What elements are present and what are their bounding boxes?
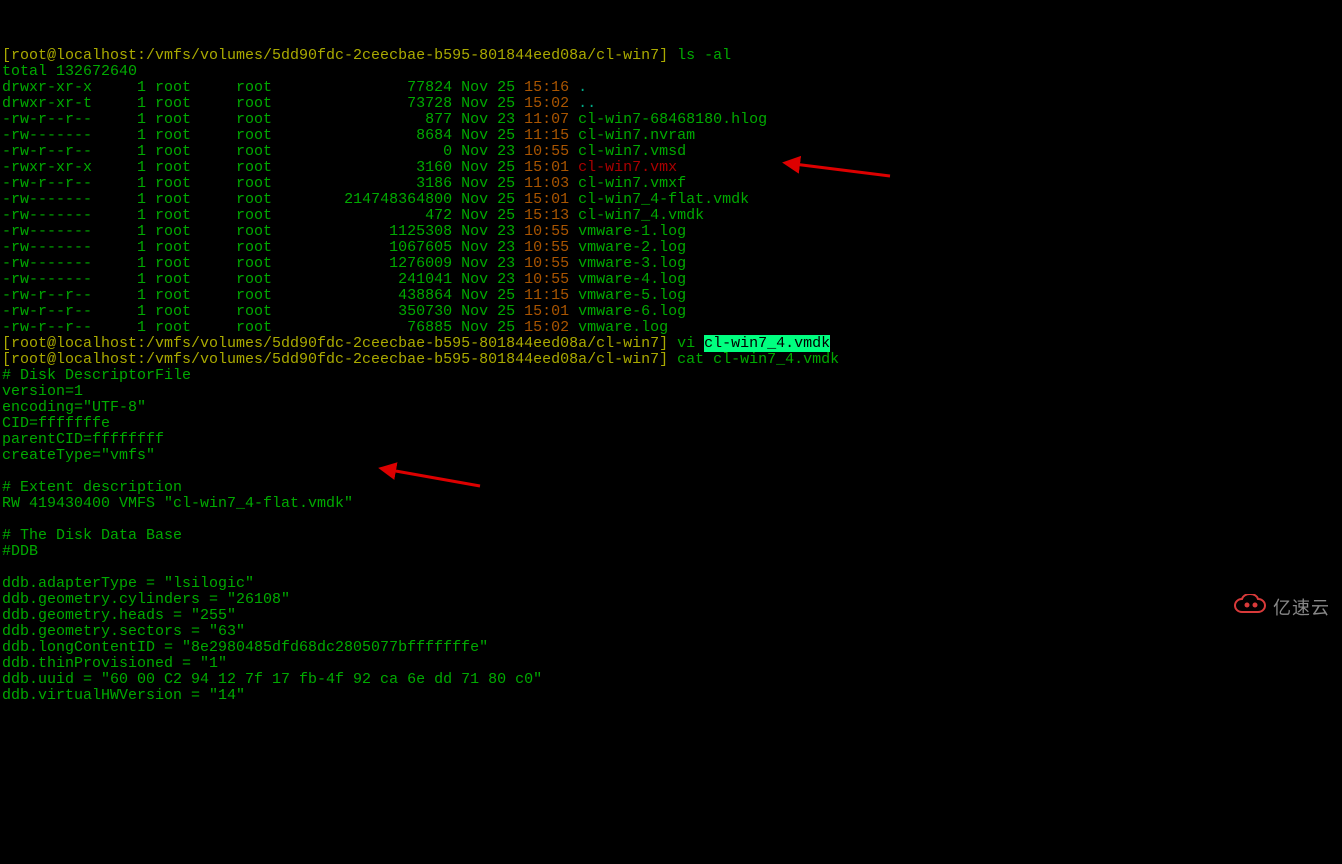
- terminal-output[interactable]: [root@localhost:/vmfs/volumes/5dd90fdc-2…: [0, 48, 1342, 704]
- cloud-icon: [1171, 568, 1267, 648]
- watermark-text: 亿速云: [1273, 600, 1330, 616]
- watermark: 亿速云: [1171, 568, 1330, 648]
